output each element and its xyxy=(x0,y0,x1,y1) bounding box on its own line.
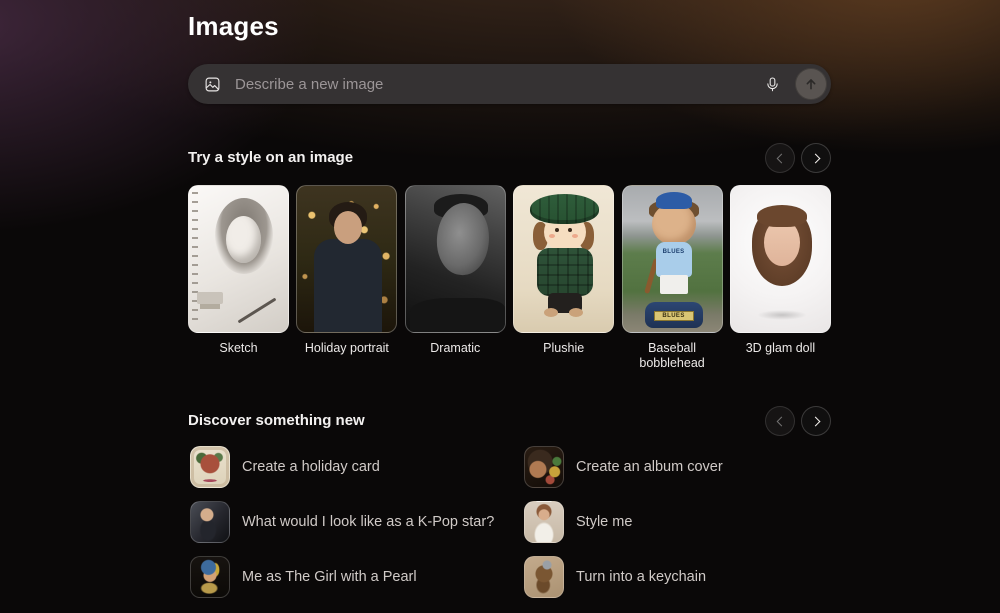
discover-grid: Create a holiday card Create an album co… xyxy=(190,446,831,598)
discover-item-album-cover[interactable]: Create an album cover xyxy=(524,446,831,488)
add-image-icon[interactable] xyxy=(204,76,221,93)
art-shape xyxy=(544,308,558,317)
base-plate-text: BLUES xyxy=(654,311,694,321)
baseball-bobblehead-style-image: BLUES BLUES xyxy=(622,185,723,333)
chevron-right-icon xyxy=(810,153,820,163)
discover-item-label: Turn into a keychain xyxy=(576,569,706,585)
art-shape xyxy=(652,203,696,245)
art-shape xyxy=(314,239,382,333)
style-section-title: Try a style on an image xyxy=(188,149,353,166)
discover-item-holiday-card[interactable]: Create a holiday card xyxy=(190,446,524,488)
plushie-style-image xyxy=(513,185,614,333)
glam-doll-style-image xyxy=(730,185,831,333)
art-shape xyxy=(238,298,277,324)
keychain-thumbnail xyxy=(524,556,564,598)
art-shape xyxy=(757,310,807,320)
discover-item-label: What would I look like as a K-Pop star? xyxy=(242,514,494,530)
discover-item-style-me[interactable]: Style me xyxy=(524,501,831,543)
style-carousel-prev-button[interactable] xyxy=(765,143,795,173)
discover-carousel-prev-button[interactable] xyxy=(765,406,795,436)
chevron-left-icon xyxy=(776,153,786,163)
style-me-thumbnail xyxy=(524,501,564,543)
style-carousel-next-button[interactable] xyxy=(801,143,831,173)
album-cover-thumbnail xyxy=(524,446,564,488)
discover-item-label: Me as The Girl with a Pearl xyxy=(242,569,417,585)
holiday-portrait-style-image xyxy=(296,185,397,333)
style-card-label: Plushie xyxy=(513,341,614,356)
microphone-button[interactable] xyxy=(757,69,787,99)
kpop-star-thumbnail xyxy=(190,501,230,543)
style-card-label: Sketch xyxy=(188,341,289,356)
style-card-plushie[interactable]: Plushie xyxy=(513,185,614,371)
holiday-card-thumbnail xyxy=(190,446,230,488)
art-shape xyxy=(192,192,198,326)
art-shape xyxy=(656,192,692,209)
style-section-header: Try a style on an image xyxy=(188,143,831,173)
prompt-input[interactable] xyxy=(233,75,757,94)
discover-item-label: Create an album cover xyxy=(576,459,723,475)
style-card-baseball-bobblehead[interactable]: BLUES BLUES Baseball bobblehead xyxy=(622,185,723,371)
style-card-holiday-portrait[interactable]: Holiday portrait xyxy=(296,185,397,371)
arrow-up-icon xyxy=(803,76,819,92)
discover-item-label: Create a holiday card xyxy=(242,459,380,475)
submit-prompt-button[interactable] xyxy=(795,68,827,100)
style-card-label: Dramatic xyxy=(405,341,506,356)
style-card-label: Holiday portrait xyxy=(296,341,397,356)
discover-section-title: Discover something new xyxy=(188,412,365,429)
page-title: Images xyxy=(188,11,279,42)
microphone-icon xyxy=(764,76,781,93)
style-card-sketch[interactable]: Sketch xyxy=(188,185,289,371)
style-card-label: 3D glam doll xyxy=(730,341,831,356)
art-shape xyxy=(197,292,223,304)
discover-item-label: Style me xyxy=(576,514,632,530)
art-shape xyxy=(410,298,505,332)
style-card-3d-glam-doll[interactable]: 3D glam doll xyxy=(730,185,831,371)
style-card-label: Baseball bobblehead xyxy=(622,341,723,371)
art-shape xyxy=(226,216,261,263)
discover-section-header: Discover something new xyxy=(188,406,831,436)
prompt-bar xyxy=(188,64,831,104)
art-shape xyxy=(757,205,807,227)
girl-with-pearl-thumbnail xyxy=(190,556,230,598)
discover-item-kpop-star[interactable]: What would I look like as a K-Pop star? xyxy=(190,501,524,543)
discover-item-girl-with-pearl[interactable]: Me as The Girl with a Pearl xyxy=(190,556,524,598)
discover-item-keychain[interactable]: Turn into a keychain xyxy=(524,556,831,598)
art-shape xyxy=(660,275,688,294)
chevron-left-icon xyxy=(776,416,786,426)
discover-carousel-next-button[interactable] xyxy=(801,406,831,436)
jersey-text: BLUES xyxy=(656,242,692,277)
chevron-right-icon xyxy=(810,416,820,426)
art-shape xyxy=(569,308,583,317)
sketch-style-image xyxy=(188,185,289,333)
style-cards-row: Sketch Holiday portrait Dramatic xyxy=(188,185,831,371)
style-card-dramatic[interactable]: Dramatic xyxy=(405,185,506,371)
dramatic-style-image xyxy=(405,185,506,333)
art-shape xyxy=(537,248,593,296)
images-page: Images Try a style on an image xyxy=(188,0,831,613)
art-shape xyxy=(530,194,599,224)
